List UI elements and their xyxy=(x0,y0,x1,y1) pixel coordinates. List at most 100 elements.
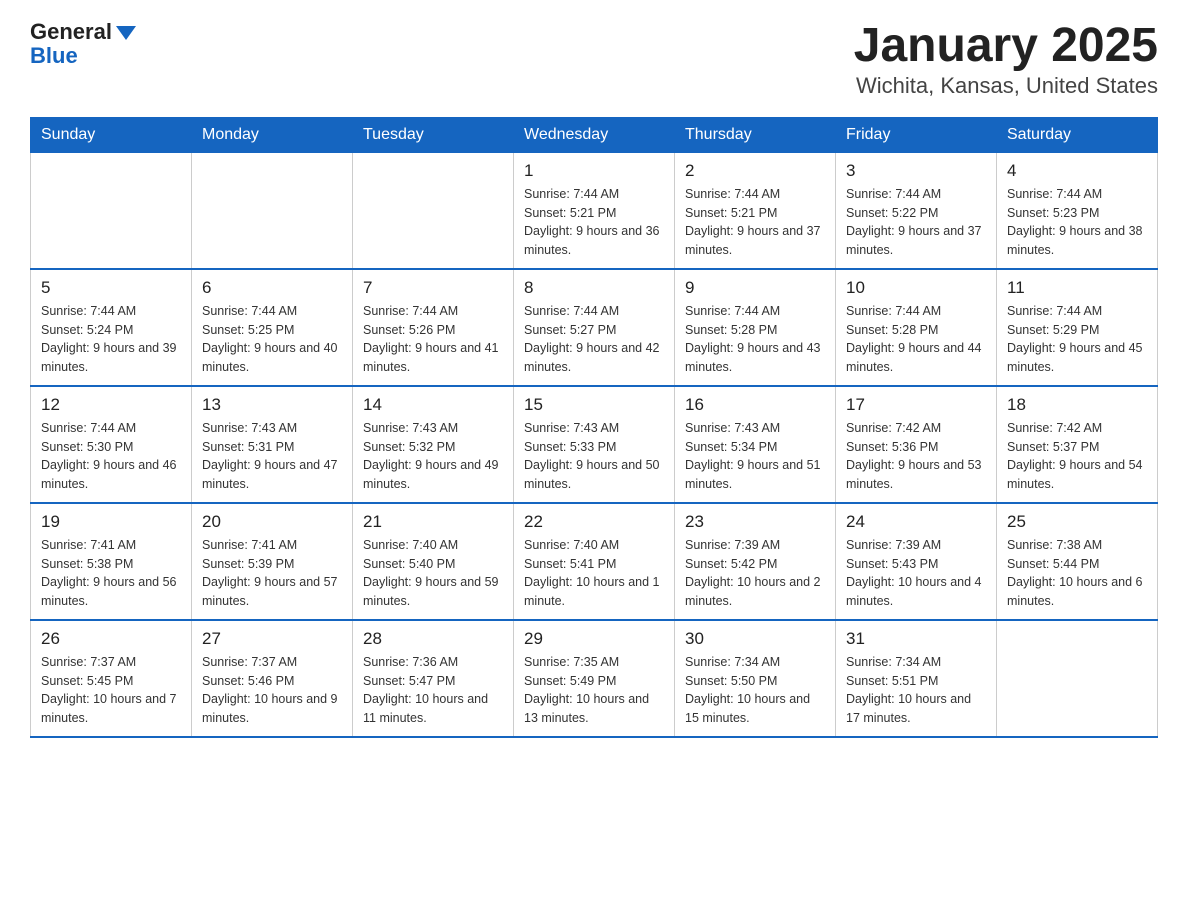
calendar-cell: 9 Sunrise: 7:44 AM Sunset: 5:28 PM Daylig… xyxy=(675,269,836,386)
day-number: 9 xyxy=(685,278,825,298)
day-number: 4 xyxy=(1007,161,1147,181)
day-number: 1 xyxy=(524,161,664,181)
day-number: 27 xyxy=(202,629,342,649)
day-info: Sunrise: 7:44 AM Sunset: 5:26 PM Dayligh… xyxy=(363,302,503,377)
calendar-cell xyxy=(353,152,514,269)
day-number: 14 xyxy=(363,395,503,415)
calendar-cell: 15 Sunrise: 7:43 AM Sunset: 5:33 PM Dayli… xyxy=(514,386,675,503)
day-number: 7 xyxy=(363,278,503,298)
calendar-cell: 28Sunrise: 7:36 AM Sunset: 5:47 PM Dayli… xyxy=(353,620,514,737)
calendar-cell: 7 Sunrise: 7:44 AM Sunset: 5:26 PM Daylig… xyxy=(353,269,514,386)
day-info: Sunrise: 7:44 AM Sunset: 5:28 PM Dayligh… xyxy=(846,302,986,377)
calendar-cell: 6Sunrise: 7:44 AM Sunset: 5:25 PM Daylig… xyxy=(192,269,353,386)
day-info: Sunrise: 7:44 AM Sunset: 5:27 PM Dayligh… xyxy=(524,302,664,377)
calendar-cell: 8 Sunrise: 7:44 AM Sunset: 5:27 PM Daylig… xyxy=(514,269,675,386)
day-info: Sunrise: 7:43 AM Sunset: 5:32 PM Dayligh… xyxy=(363,419,503,494)
day-number: 16 xyxy=(685,395,825,415)
calendar-week-row: 5 Sunrise: 7:44 AM Sunset: 5:24 PM Daylig… xyxy=(31,269,1158,386)
day-number: 23 xyxy=(685,512,825,532)
day-info: Sunrise: 7:44 AM Sunset: 5:22 PM Dayligh… xyxy=(846,185,986,260)
day-number: 22 xyxy=(524,512,664,532)
day-info: Sunrise: 7:43 AM Sunset: 5:34 PM Dayligh… xyxy=(685,419,825,494)
calendar-cell: 20 Sunrise: 7:41 AM Sunset: 5:39 PM Dayli… xyxy=(192,503,353,620)
day-number: 19 xyxy=(41,512,181,532)
day-info: Sunrise: 7:42 AM Sunset: 5:37 PM Dayligh… xyxy=(1007,419,1147,494)
calendar-cell: 11Sunrise: 7:44 AM Sunset: 5:29 PM Dayli… xyxy=(997,269,1158,386)
calendar-week-row: 26 Sunrise: 7:37 AM Sunset: 5:45 PM Dayli… xyxy=(31,620,1158,737)
day-number: 17 xyxy=(846,395,986,415)
day-info: Sunrise: 7:44 AM Sunset: 5:23 PM Dayligh… xyxy=(1007,185,1147,260)
day-info: Sunrise: 7:41 AM Sunset: 5:38 PM Dayligh… xyxy=(41,536,181,611)
day-info: Sunrise: 7:41 AM Sunset: 5:39 PM Dayligh… xyxy=(202,536,342,611)
calendar-cell: 13 Sunrise: 7:43 AM Sunset: 5:31 PM Dayli… xyxy=(192,386,353,503)
day-info: Sunrise: 7:34 AM Sunset: 5:50 PM Dayligh… xyxy=(685,653,825,728)
day-number: 30 xyxy=(685,629,825,649)
day-info: Sunrise: 7:39 AM Sunset: 5:43 PM Dayligh… xyxy=(846,536,986,611)
day-info: Sunrise: 7:43 AM Sunset: 5:31 PM Dayligh… xyxy=(202,419,342,494)
day-number: 20 xyxy=(202,512,342,532)
calendar-cell: 29Sunrise: 7:35 AM Sunset: 5:49 PM Dayli… xyxy=(514,620,675,737)
day-info: Sunrise: 7:37 AM Sunset: 5:46 PM Dayligh… xyxy=(202,653,342,728)
day-of-week-header: Saturday xyxy=(997,117,1158,152)
calendar-cell xyxy=(192,152,353,269)
day-number: 13 xyxy=(202,395,342,415)
day-number: 24 xyxy=(846,512,986,532)
calendar-cell: 26 Sunrise: 7:37 AM Sunset: 5:45 PM Dayli… xyxy=(31,620,192,737)
calendar-cell: 23 Sunrise: 7:39 AM Sunset: 5:42 PM Dayli… xyxy=(675,503,836,620)
day-of-week-header: Sunday xyxy=(31,117,192,152)
day-info: Sunrise: 7:37 AM Sunset: 5:45 PM Dayligh… xyxy=(41,653,181,728)
day-info: Sunrise: 7:39 AM Sunset: 5:42 PM Dayligh… xyxy=(685,536,825,611)
calendar-week-row: 19 Sunrise: 7:41 AM Sunset: 5:38 PM Dayli… xyxy=(31,503,1158,620)
day-info: Sunrise: 7:44 AM Sunset: 5:30 PM Dayligh… xyxy=(41,419,181,494)
calendar-cell: 30 Sunrise: 7:34 AM Sunset: 5:50 PM Dayli… xyxy=(675,620,836,737)
calendar-cell: 12 Sunrise: 7:44 AM Sunset: 5:30 PM Dayli… xyxy=(31,386,192,503)
calendar-cell: 14 Sunrise: 7:43 AM Sunset: 5:32 PM Dayli… xyxy=(353,386,514,503)
day-info: Sunrise: 7:44 AM Sunset: 5:28 PM Dayligh… xyxy=(685,302,825,377)
day-of-week-header: Tuesday xyxy=(353,117,514,152)
day-number: 26 xyxy=(41,629,181,649)
calendar-cell: 19 Sunrise: 7:41 AM Sunset: 5:38 PM Dayli… xyxy=(31,503,192,620)
calendar-cell: 27 Sunrise: 7:37 AM Sunset: 5:46 PM Dayli… xyxy=(192,620,353,737)
calendar-cell: 24 Sunrise: 7:39 AM Sunset: 5:43 PM Dayli… xyxy=(836,503,997,620)
day-info: Sunrise: 7:38 AM Sunset: 5:44 PM Dayligh… xyxy=(1007,536,1147,611)
day-of-week-header: Wednesday xyxy=(514,117,675,152)
day-number: 21 xyxy=(363,512,503,532)
day-number: 11 xyxy=(1007,278,1147,298)
calendar-cell: 5 Sunrise: 7:44 AM Sunset: 5:24 PM Daylig… xyxy=(31,269,192,386)
day-number: 5 xyxy=(41,278,181,298)
calendar-cell: 17Sunrise: 7:42 AM Sunset: 5:36 PM Dayli… xyxy=(836,386,997,503)
day-number: 15 xyxy=(524,395,664,415)
calendar-header-row: SundayMondayTuesdayWednesdayThursdayFrid… xyxy=(31,117,1158,152)
day-of-week-header: Friday xyxy=(836,117,997,152)
day-of-week-header: Thursday xyxy=(675,117,836,152)
day-number: 12 xyxy=(41,395,181,415)
calendar-cell: 16 Sunrise: 7:43 AM Sunset: 5:34 PM Dayli… xyxy=(675,386,836,503)
day-number: 31 xyxy=(846,629,986,649)
day-number: 28 xyxy=(363,629,503,649)
logo-triangle-icon xyxy=(116,26,136,40)
day-number: 8 xyxy=(524,278,664,298)
logo-blue: Blue xyxy=(30,44,78,68)
day-of-week-header: Monday xyxy=(192,117,353,152)
calendar-week-row: 1 Sunrise: 7:44 AM Sunset: 5:21 PM Daylig… xyxy=(31,152,1158,269)
calendar-cell xyxy=(997,620,1158,737)
calendar-week-row: 12 Sunrise: 7:44 AM Sunset: 5:30 PM Dayli… xyxy=(31,386,1158,503)
calendar-cell: 2Sunrise: 7:44 AM Sunset: 5:21 PM Daylig… xyxy=(675,152,836,269)
calendar-cell: 10Sunrise: 7:44 AM Sunset: 5:28 PM Dayli… xyxy=(836,269,997,386)
day-number: 18 xyxy=(1007,395,1147,415)
calendar-cell: 18 Sunrise: 7:42 AM Sunset: 5:37 PM Dayli… xyxy=(997,386,1158,503)
calendar-cell: 22Sunrise: 7:40 AM Sunset: 5:41 PM Dayli… xyxy=(514,503,675,620)
day-info: Sunrise: 7:44 AM Sunset: 5:24 PM Dayligh… xyxy=(41,302,181,377)
day-info: Sunrise: 7:44 AM Sunset: 5:21 PM Dayligh… xyxy=(524,185,664,260)
calendar-cell: 4 Sunrise: 7:44 AM Sunset: 5:23 PM Daylig… xyxy=(997,152,1158,269)
calendar-cell: 25Sunrise: 7:38 AM Sunset: 5:44 PM Dayli… xyxy=(997,503,1158,620)
day-info: Sunrise: 7:44 AM Sunset: 5:21 PM Dayligh… xyxy=(685,185,825,260)
day-info: Sunrise: 7:35 AM Sunset: 5:49 PM Dayligh… xyxy=(524,653,664,728)
day-info: Sunrise: 7:43 AM Sunset: 5:33 PM Dayligh… xyxy=(524,419,664,494)
calendar-cell xyxy=(31,152,192,269)
calendar-cell: 1 Sunrise: 7:44 AM Sunset: 5:21 PM Daylig… xyxy=(514,152,675,269)
day-number: 6 xyxy=(202,278,342,298)
logo: General Blue xyxy=(30,20,136,68)
page-subtitle: Wichita, Kansas, United States xyxy=(854,73,1158,99)
calendar-cell: 21Sunrise: 7:40 AM Sunset: 5:40 PM Dayli… xyxy=(353,503,514,620)
